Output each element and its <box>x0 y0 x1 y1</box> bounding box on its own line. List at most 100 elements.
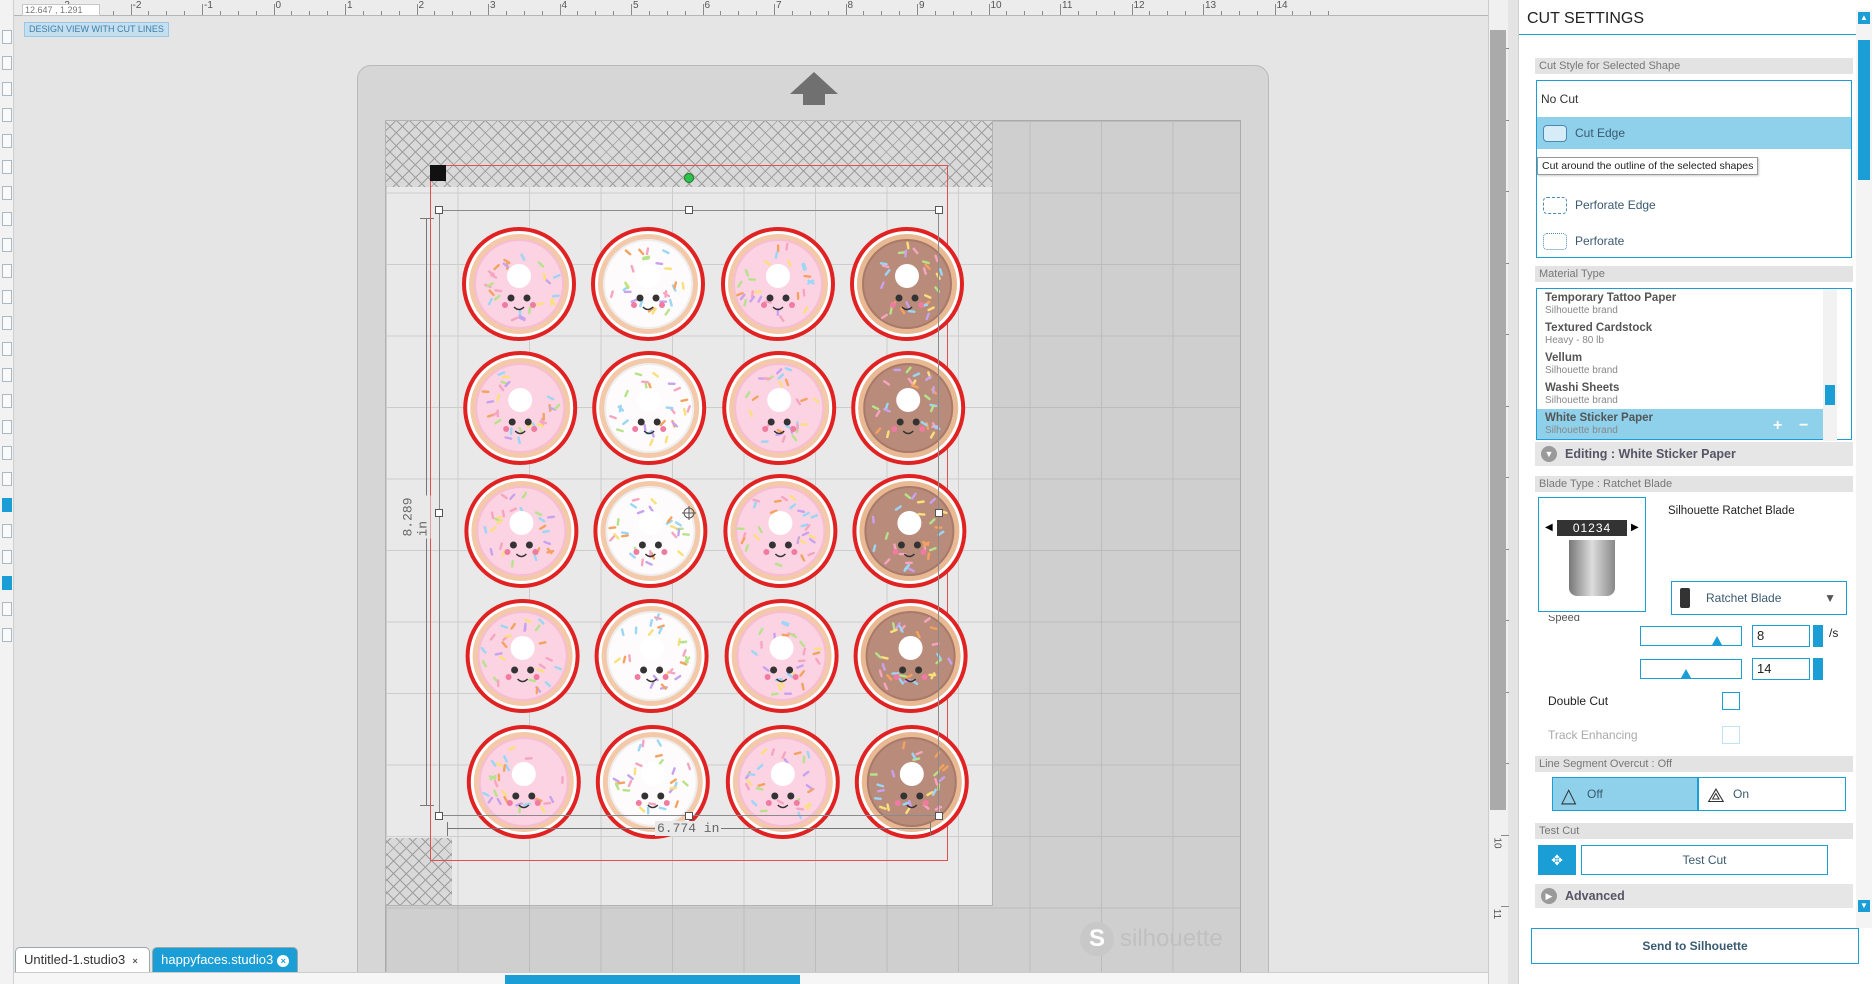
material-name: Textured Cardstock <box>1545 322 1653 334</box>
blade-type-header: Blade Type : Ratchet Blade <box>1535 476 1853 492</box>
editing-header-label: Editing : White Sticker Paper <box>1565 447 1736 461</box>
material-brand: Silhouette brand <box>1545 305 1618 316</box>
vertical-scroll-thumb[interactable] <box>1490 30 1506 810</box>
material-brand: Heavy - 80 lb <box>1545 335 1604 346</box>
double-cut-label: Double Cut <box>1548 694 1609 708</box>
blade-select-value: Ratchet Blade <box>1706 591 1782 605</box>
panel-scroll-up-icon[interactable]: ▲ <box>1858 12 1870 24</box>
material-item[interactable]: Vellum Silhouette brand <box>1537 349 1819 379</box>
cut-style-cut-edge[interactable]: Cut Edge <box>1537 117 1851 149</box>
ruler-label: 10 <box>1491 836 1503 849</box>
send-to-silhouette-button[interactable]: Send to Silhouette <box>1531 928 1859 964</box>
move-arrows-button[interactable]: ✥ <box>1538 845 1576 875</box>
blade-image: 01234 ◀ ▶ <box>1538 497 1646 612</box>
tooltip: Cut around the outline of the selected s… <box>1537 157 1759 175</box>
blade-name: Silhouette Ratchet Blade <box>1668 505 1795 517</box>
perforate-edge-icon <box>1543 197 1567 214</box>
height-label: 8.289 in <box>400 495 431 539</box>
test-cut-button[interactable]: Test Cut <box>1581 845 1828 875</box>
tab-happyfaces[interactable]: happyfaces.studio3 × <box>152 947 299 972</box>
material-name: Vellum <box>1545 352 1583 364</box>
material-name: Temporary Tattoo Paper <box>1545 292 1677 304</box>
track-enhancing-label: Track Enhancing <box>1548 728 1638 742</box>
close-icon[interactable]: × <box>277 955 290 967</box>
material-item[interactable]: Washi Sheets Silhouette brand <box>1537 379 1819 409</box>
thickness-slider-knob[interactable] <box>1680 669 1691 678</box>
blade-next-icon[interactable]: ▶ <box>1631 522 1639 533</box>
silhouette-studio-window: -3-2-101234567891011121314 12.647 , 1.29… <box>0 0 1876 984</box>
blade-select[interactable]: Ratchet Blade ▼ <box>1671 581 1847 615</box>
cut-settings-panel: CUT SETTINGS Cut Style for Selected Shap… <box>1518 0 1876 984</box>
material-name: Washi Sheets <box>1545 382 1620 394</box>
selection-handle-br[interactable] <box>935 812 943 820</box>
cut-style-perforate-edge[interactable]: Perforate Edge <box>1537 189 1851 221</box>
selection-handle-bc[interactable] <box>685 812 693 820</box>
material-list[interactable]: Temporary Tattoo Paper Silhouette brand T… <box>1536 288 1852 441</box>
remove-material-icon[interactable]: − <box>1799 417 1808 435</box>
panel-scroll-thumb[interactable] <box>1858 40 1870 180</box>
expand-icon[interactable]: ▶ <box>1541 888 1557 904</box>
speed-spinner[interactable] <box>1813 625 1823 647</box>
cut-style-label: Perforate <box>1575 234 1625 248</box>
rotate-handle[interactable] <box>684 173 694 183</box>
chevron-down-icon: ▼ <box>1824 591 1836 605</box>
selection-handle-tc[interactable] <box>685 206 693 214</box>
cut-style-label: Perforate Edge <box>1575 198 1656 212</box>
speed-slider-knob[interactable] <box>1711 636 1722 645</box>
blade-prev-icon[interactable]: ◀ <box>1545 522 1553 533</box>
selection-handle-ml[interactable] <box>435 509 443 517</box>
overcut-header: Line Segment Overcut : Off <box>1535 756 1853 772</box>
cut-style-perforate[interactable]: Perforate <box>1537 225 1851 257</box>
speed-input[interactable]: 8 <box>1752 625 1810 647</box>
document-tabs: Untitled-1.studio3 × happyfaces.studio3 × <box>15 947 299 972</box>
horizontal-scroll-thumb[interactable] <box>505 975 800 984</box>
add-material-icon[interactable]: + <box>1773 417 1782 435</box>
close-icon[interactable]: × <box>129 955 141 967</box>
material-scrollbar[interactable] <box>1823 289 1837 441</box>
speed-slider[interactable] <box>1640 626 1742 646</box>
material-item[interactable]: Temporary Tattoo Paper Silhouette brand <box>1537 289 1819 319</box>
selection-handle-bl[interactable] <box>435 812 443 820</box>
blade-digits: 01234 <box>1557 520 1627 536</box>
material-brand: Silhouette brand <box>1545 365 1618 376</box>
selection-box[interactable] <box>439 210 939 816</box>
thickness-input[interactable]: 14 <box>1752 658 1810 680</box>
ruler-tick <box>1501 834 1509 836</box>
overcut-on-button[interactable]: ⟁ On <box>1698 777 1846 811</box>
panel-title: CUT SETTINGS <box>1527 10 1645 27</box>
selection-handle-mr[interactable] <box>935 509 943 517</box>
double-cut-checkbox[interactable] <box>1722 692 1740 710</box>
track-enhancing-checkbox <box>1722 726 1740 744</box>
collapse-icon[interactable]: ▼ <box>1541 446 1557 462</box>
width-label: 6.774 in <box>655 821 722 836</box>
material-brand: Silhouette brand <box>1545 395 1618 406</box>
material-name: White Sticker Paper <box>1545 412 1654 424</box>
blade-icon <box>1680 588 1690 608</box>
advanced-header[interactable]: Advanced <box>1535 884 1853 908</box>
test-cut-header: Test Cut <box>1535 823 1853 839</box>
speed-unit: /s <box>1829 626 1839 640</box>
material-type-header: Material Type <box>1535 266 1853 282</box>
material-scroll-thumb[interactable] <box>1825 385 1835 405</box>
panel-scroll-down-icon[interactable]: ▼ <box>1858 900 1870 912</box>
thickness-slider[interactable] <box>1640 659 1742 679</box>
material-item-selected[interactable]: White Sticker Paper Silhouette brand <box>1537 409 1837 439</box>
blade-body-icon <box>1569 540 1615 596</box>
tab-label: Untitled-1.studio3 <box>24 952 126 967</box>
overcut-off-button[interactable]: △ Off <box>1552 777 1698 811</box>
ruler-tick <box>1501 906 1509 907</box>
material-brand: Silhouette brand <box>1545 425 1618 436</box>
cut-style-header: Cut Style for Selected Shape <box>1535 58 1853 74</box>
cut-style-no-cut[interactable]: No Cut <box>1537 83 1851 115</box>
selection-handle-tr[interactable] <box>935 206 943 214</box>
tab-untitled[interactable]: Untitled-1.studio3 × <box>15 947 151 972</box>
cut-style-label: Cut Edge <box>1575 126 1626 140</box>
tab-label: happyfaces.studio3 <box>161 952 274 967</box>
ruler-label: 11 <box>1491 908 1503 920</box>
material-item[interactable]: Textured Cardstock Heavy - 80 lb <box>1537 319 1819 349</box>
thickness-spinner[interactable] <box>1813 658 1823 680</box>
selection-handle-tl[interactable] <box>435 206 443 214</box>
cut-edge-icon <box>1543 125 1567 142</box>
editing-header[interactable]: Editing : White Sticker Paper <box>1535 442 1853 466</box>
overcut-on-label: On <box>1733 787 1750 801</box>
